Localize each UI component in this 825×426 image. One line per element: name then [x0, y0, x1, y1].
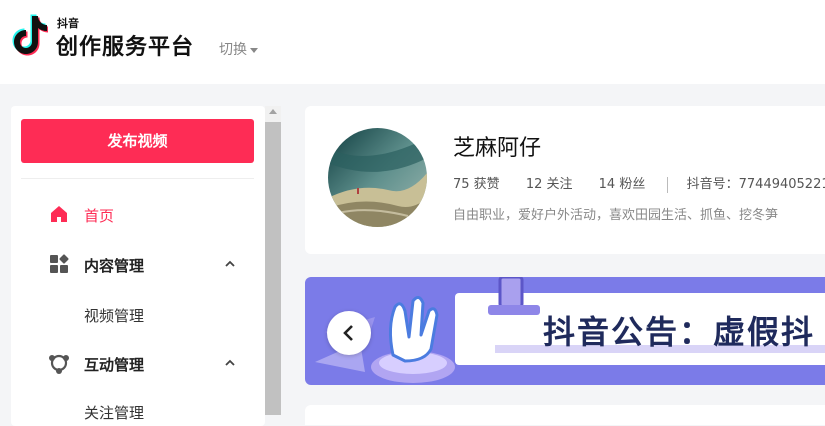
- banner-prev-button[interactable]: [327, 311, 371, 355]
- avatar[interactable]: [328, 128, 427, 227]
- sidebar-divider: [21, 178, 254, 179]
- chevron-up-icon[interactable]: [225, 259, 235, 269]
- profile-stats: 75 获赞 12 关注 14 粉丝 抖音号：77449405221: [453, 173, 825, 193]
- caret-down-icon: [250, 47, 258, 53]
- sidebar-item-label: 互动管理: [84, 356, 145, 374]
- banner-text: 抖音公告：虚假抖: [543, 313, 816, 351]
- interaction-icon: [49, 354, 69, 374]
- sidebar-item-label: 首页: [84, 207, 115, 225]
- following-count[interactable]: 12 关注: [526, 177, 573, 192]
- switch-label: 切换: [219, 42, 247, 58]
- scroll-up-arrow-icon[interactable]: [269, 109, 277, 114]
- profile-name: 芝麻阿仔: [453, 136, 542, 161]
- announcement-banner[interactable]: 抖音公告：虚假抖: [305, 277, 825, 385]
- home-icon: [51, 206, 67, 222]
- stats-separator: [667, 176, 669, 193]
- content-grid-icon: [50, 254, 69, 273]
- sidebar-subitem-video-management[interactable]: 视频管理: [84, 305, 144, 326]
- douyin-logo-icon[interactable]: [12, 14, 48, 56]
- profile-bio: 自由职业，爱好户外活动，喜欢田园生活、抓鱼、挖冬笋: [453, 208, 779, 223]
- avatar-image: [328, 128, 427, 227]
- platform-title: 创作服务平台: [56, 35, 195, 60]
- followers-count[interactable]: 14 粉丝: [599, 177, 646, 192]
- sidebar-item-label: 内容管理: [84, 257, 145, 275]
- chevron-left-icon: [343, 325, 353, 341]
- sidebar-subitem-follow-management[interactable]: 关注管理: [84, 402, 144, 423]
- likes-count: 75 获赞: [453, 177, 500, 192]
- publish-video-button[interactable]: 发布视频: [21, 119, 254, 163]
- switch-dropdown[interactable]: 切换: [219, 39, 258, 59]
- scrollbar-thumb[interactable]: [265, 122, 281, 415]
- top-bar: 抖音 创作服务平台 切换: [0, 0, 825, 84]
- chevron-up-icon[interactable]: [225, 358, 235, 368]
- content-card: [305, 405, 825, 425]
- douyin-id: 抖音号：77449405221: [686, 177, 825, 192]
